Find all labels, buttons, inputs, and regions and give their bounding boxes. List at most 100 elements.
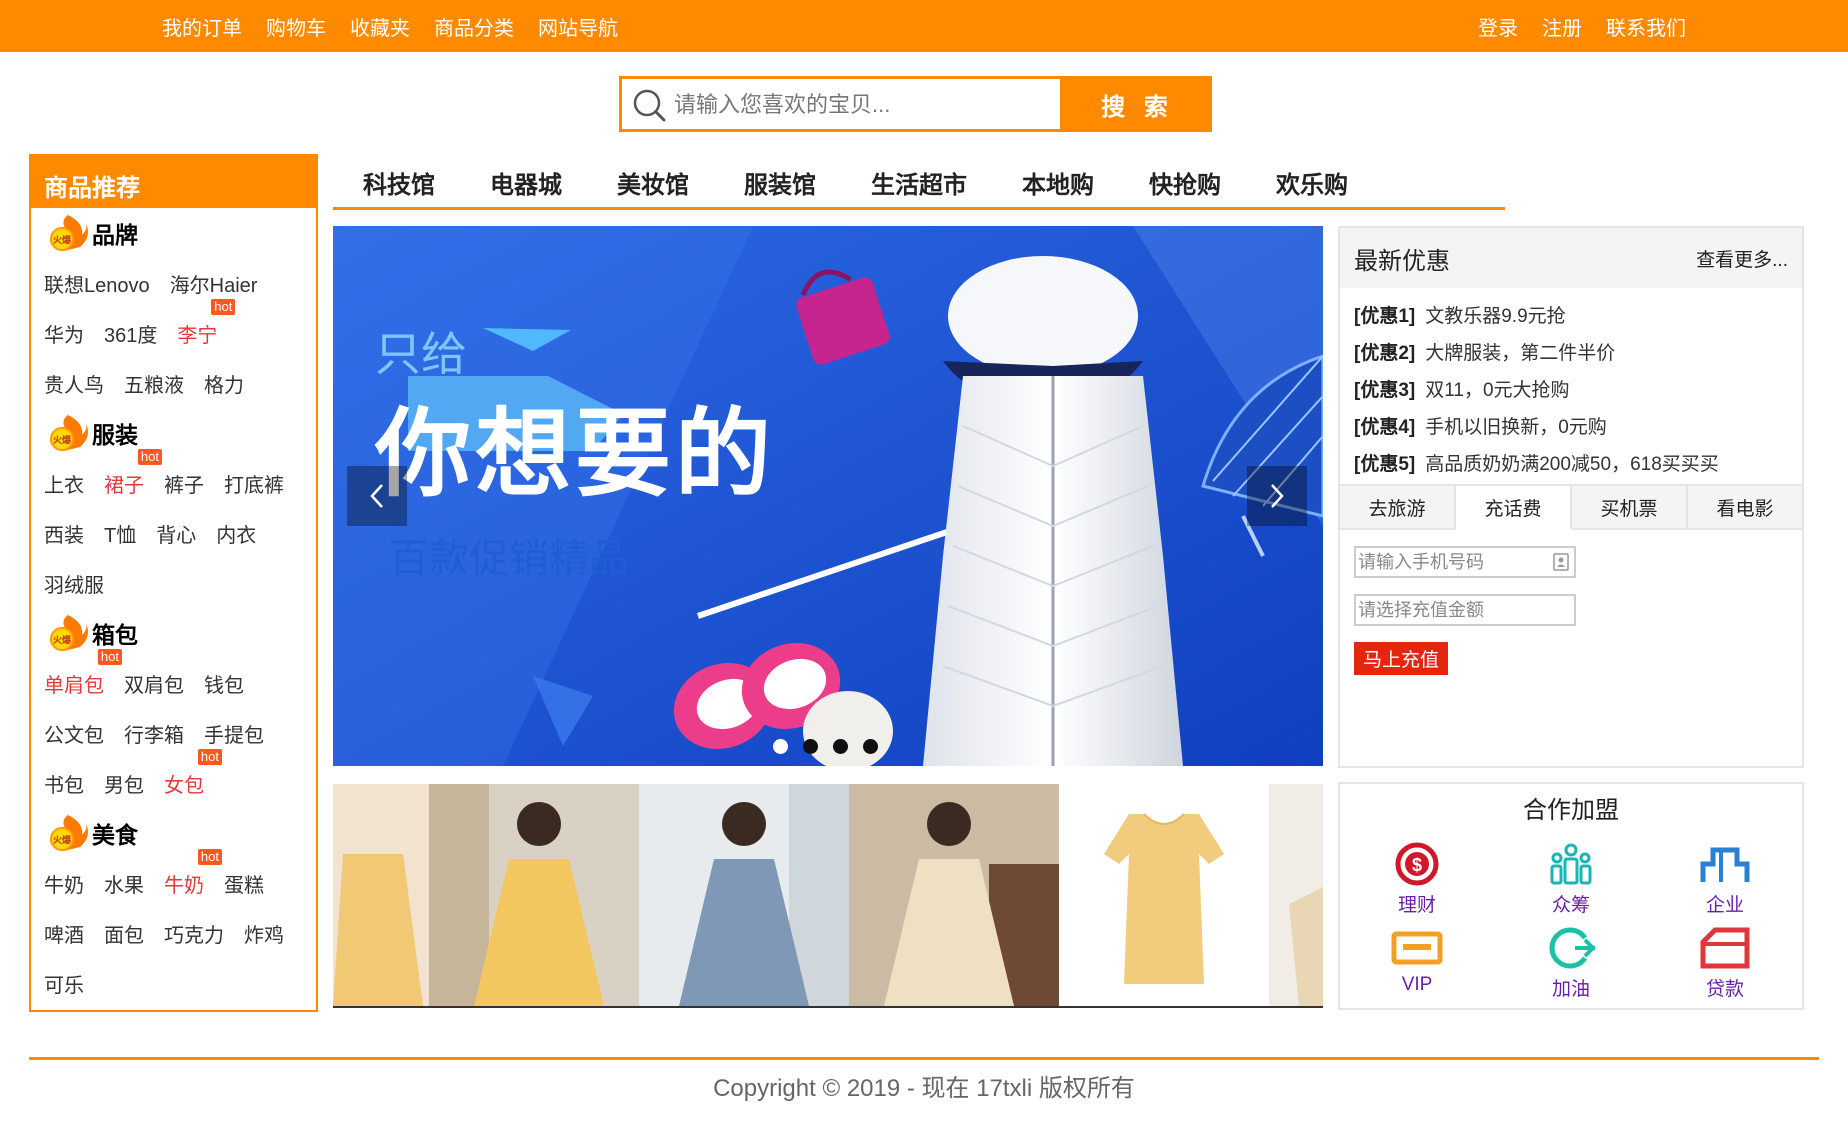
deals-more-link[interactable]: 查看更多...	[1696, 245, 1788, 272]
search-button[interactable]: 搜 索	[1063, 76, 1212, 132]
category-link[interactable]: 裤子	[164, 469, 204, 498]
category-link-label: 牛奶	[44, 874, 84, 897]
thumbnail-dress-5[interactable]	[1059, 784, 1269, 1006]
category-link[interactable]: 行李箱	[124, 719, 184, 748]
category-link[interactable]: 裙子 hot	[104, 448, 162, 498]
category-link[interactable]: 女包 hot	[164, 748, 222, 798]
category-link[interactable]: 上衣	[44, 469, 84, 498]
category-title[interactable]: 火爆 箱包	[44, 608, 316, 658]
service-tab[interactable]: 充话费	[1456, 486, 1572, 530]
thumbnail-dress-4[interactable]	[849, 784, 1059, 1006]
thumbnail-dress-1[interactable]	[333, 784, 429, 1006]
partner-vip[interactable]: VIP	[1340, 926, 1494, 1010]
category-link[interactable]: 贵人鸟	[44, 369, 104, 398]
category-link[interactable]: 书包	[44, 769, 84, 798]
partner-loan[interactable]: 贷款	[1648, 926, 1802, 1010]
tab-clothing[interactable]: 服装馆	[744, 165, 816, 200]
category-link[interactable]: 李宁 hot	[177, 298, 236, 348]
service-tab[interactable]: 看电影	[1688, 486, 1802, 528]
tab-flash-sale[interactable]: 快抢购	[1149, 165, 1221, 200]
partner-finance[interactable]: $ 理财	[1340, 842, 1494, 926]
category-link[interactable]: 打底裤	[224, 469, 284, 498]
banner-next-button[interactable]	[1247, 466, 1307, 526]
category-link[interactable]: 五粮液	[124, 369, 184, 398]
banner-dot[interactable]	[833, 739, 848, 754]
partner-crowdfunding[interactable]: 众筹	[1494, 842, 1648, 926]
tab-local[interactable]: 本地购	[1022, 165, 1094, 200]
partner-label: 企业	[1705, 895, 1744, 916]
nav-site-map[interactable]: 网站导航	[538, 12, 618, 41]
search-input[interactable]	[674, 85, 1054, 125]
category-link[interactable]: 炸鸡	[244, 919, 284, 948]
nav-favorites[interactable]: 收藏夹	[350, 12, 410, 41]
loan-icon	[1700, 927, 1750, 969]
login-link[interactable]: 登录	[1478, 12, 1518, 41]
category-link[interactable]: 面包	[104, 919, 144, 948]
category-link[interactable]: 联想Lenovo	[44, 269, 150, 298]
deals-header: 最新优惠 查看更多...	[1340, 228, 1802, 288]
partner-enterprise[interactable]: 企业	[1648, 842, 1802, 926]
category-link[interactable]: 单肩包 hot	[44, 648, 122, 698]
category-row: 羽绒服	[44, 558, 316, 608]
category-link[interactable]: 双肩包	[124, 669, 184, 698]
banner-prev-button[interactable]	[347, 466, 407, 526]
deal-item[interactable]: [优惠4] 手机以旧换新，0元购	[1354, 409, 1788, 446]
deal-item[interactable]: [优惠1] 文教乐器9.9元抢	[1354, 298, 1788, 335]
category-link-label: 钱包	[204, 674, 244, 697]
category-link[interactable]: T恤	[104, 519, 136, 548]
partner-label: VIP	[1401, 974, 1433, 995]
tab-tech[interactable]: 科技馆	[363, 165, 435, 200]
service-tab[interactable]: 去旅游	[1340, 486, 1456, 528]
hot-badge: hot	[211, 298, 236, 315]
phone-input[interactable]	[1356, 548, 1574, 576]
register-link[interactable]: 注册	[1542, 12, 1582, 41]
deal-item[interactable]: [优惠2] 大牌服装，第二件半价	[1354, 335, 1788, 372]
category-link[interactable]: 海尔Haier	[170, 269, 258, 298]
category-link[interactable]: 背心	[156, 519, 196, 548]
thumbnail-dress-3[interactable]	[639, 784, 849, 1006]
category-link[interactable]: 啤酒	[44, 919, 84, 948]
category-link[interactable]: 钱包	[204, 669, 244, 698]
category-link-label: 啤酒	[44, 924, 84, 947]
tab-appliances[interactable]: 电器城	[490, 165, 562, 200]
category-link[interactable]: 牛奶	[44, 869, 84, 898]
category-link[interactable]: 男包	[104, 769, 144, 798]
category-title[interactable]: 火爆 服装	[44, 408, 316, 458]
deal-tag: [优惠5]	[1354, 454, 1416, 475]
category-link[interactable]: 华为	[44, 319, 84, 348]
deal-item[interactable]: [优惠3] 双11，0元大抢购	[1354, 372, 1788, 409]
thumbnail-dress-6[interactable]	[1269, 784, 1323, 1006]
category-link[interactable]: 羽绒服	[44, 569, 104, 598]
category-link[interactable]: 公文包	[44, 719, 104, 748]
category-link[interactable]: 蛋糕	[224, 869, 264, 898]
partner-fuel[interactable]: 加油	[1494, 926, 1648, 1010]
amount-select[interactable]	[1356, 596, 1574, 624]
category-title[interactable]: 火爆 美食	[44, 808, 316, 858]
banner-dot[interactable]	[773, 739, 788, 754]
category-link[interactable]: 格力	[204, 369, 244, 398]
category-title[interactable]: 火爆 品牌	[44, 208, 316, 258]
tab-beauty[interactable]: 美妆馆	[617, 165, 689, 200]
thumbnail-dress-2[interactable]	[429, 784, 639, 1006]
category-link[interactable]: 西装	[44, 519, 84, 548]
category-link[interactable]: 手提包	[204, 719, 264, 748]
contact-link[interactable]: 联系我们	[1606, 12, 1686, 41]
service-tab[interactable]: 买机票	[1572, 486, 1688, 528]
category-link[interactable]: 牛奶 hot	[164, 848, 222, 898]
banner-dot[interactable]	[803, 739, 818, 754]
category-link[interactable]: 内衣	[216, 519, 256, 548]
tab-supermarket[interactable]: 生活超市	[871, 165, 967, 200]
category-link[interactable]: 巧克力	[164, 919, 224, 948]
promo-banner[interactable]: 只给 你想要的 百款促销精品	[333, 226, 1323, 766]
category-link[interactable]: 361度	[104, 319, 157, 348]
deal-item[interactable]: [优惠5] 高品质奶奶满200减50，618买买买	[1354, 446, 1788, 483]
banner-dot[interactable]	[863, 739, 878, 754]
nav-categories[interactable]: 商品分类	[434, 12, 514, 41]
fire-hot-icon: 火爆	[50, 215, 88, 251]
category-link[interactable]: 可乐	[44, 969, 84, 998]
category-link[interactable]: 水果	[104, 869, 144, 898]
nav-my-orders[interactable]: 我的订单	[162, 12, 242, 41]
recharge-button[interactable]: 马上充值	[1354, 642, 1449, 675]
tab-happy-buy[interactable]: 欢乐购	[1276, 165, 1348, 200]
nav-cart[interactable]: 购物车	[266, 12, 326, 41]
